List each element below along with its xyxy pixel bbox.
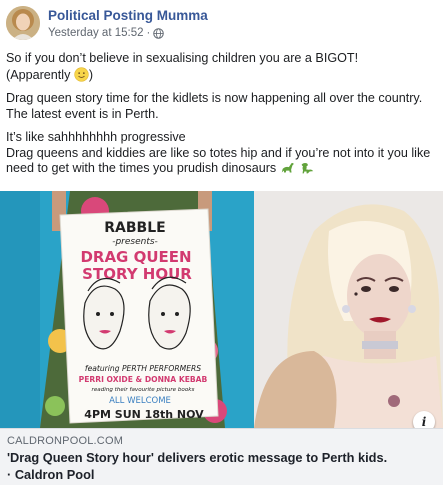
post-timestamp[interactable]: Yesterday at 15:52 [48,27,143,39]
poster-performers: PERRI OXIDE & DONNA KEBAB [79,375,208,384]
poster-title-1: DRAG QUEEN [80,248,191,266]
post-paragraph-1: So if you don’t believe in sexualising c… [6,51,439,83]
post-text-line: need to get with the times you prudish d… [6,161,277,175]
poster-rabble: RABBLE [104,220,165,236]
performer-photo [254,191,443,428]
link-preview-caption[interactable]: CALDRONPOOL.COM 'Drag Queen Story hour' … [0,428,443,485]
post-paragraph-2: Drag queen story time for the kidlets is… [6,91,439,122]
poster-featuring: featuring PERTH PERFORMERS [85,364,201,373]
t-rex-icon [301,162,314,174]
link-title[interactable]: 'Drag Queen Story hour' delivers erotic … [7,450,441,483]
post-body: So if you don’t believe in sexualising c… [6,51,439,185]
link-domain: CALDRONPOOL.COM [7,435,124,447]
avatar-photo [6,6,40,40]
poster-all-welcome: ALL WELCOME [109,396,171,406]
poster-reading: reading their favourite picture books [92,387,195,393]
author-name[interactable]: Political Posting Mumma [48,8,208,23]
post-header: Political Posting Mumma Yesterday at 15:… [0,0,443,44]
slightly-smiling-face-icon [74,66,89,82]
meta-separator: · [146,27,151,39]
post-text-line: The latest event is in Perth. [6,106,159,121]
post-paragraph-3: It’s like sahhhhhhhh progressive Drag qu… [6,130,439,177]
link-preview-image[interactable]: RABBLE -presents- DRAG QUEEN STORY HOUR … [0,191,443,428]
poster-photo: RABBLE -presents- DRAG QUEEN STORY HOUR … [0,191,254,428]
avatar[interactable] [6,6,40,40]
post-meta: Yesterday at 15:52 · [48,27,165,39]
sauropod-icon [281,163,294,173]
post-text-line: So if you don’t believe in sexualising c… [6,51,359,65]
link-title-line: · Caldron Pool [7,466,95,482]
globe-icon[interactable] [153,27,165,39]
post-text-line: Drag queens and kiddies are like so tote… [6,145,431,160]
post-text-line: (Apparently [6,67,71,82]
post-text-line: It’s like sahhhhhhhh progressive [6,130,186,144]
poster-date-time: 4PM SUN 18th NOV [84,408,204,421]
post-text-line: Drag queen story time for the kidlets is… [6,91,423,105]
poster-presents: -presents- [112,237,158,247]
post-text-line-end: ) [88,67,94,82]
link-title-line: 'Drag Queen Story hour' delivers erotic … [7,450,388,465]
